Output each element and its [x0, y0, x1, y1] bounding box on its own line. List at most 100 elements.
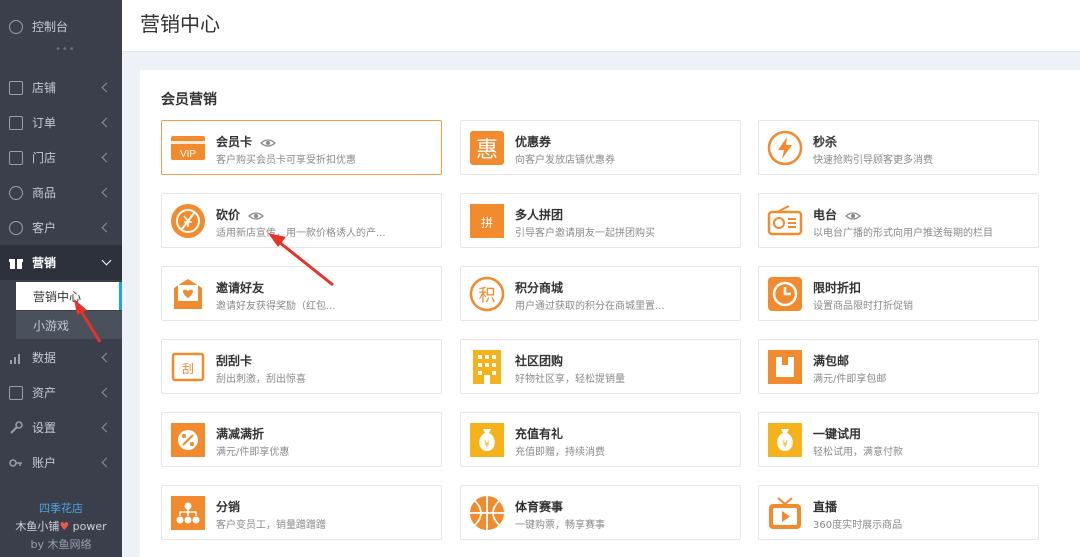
nav-products[interactable]: 商品: [0, 175, 122, 210]
card-free-shipping[interactable]: 满包邮 满元/件即享包邮: [758, 339, 1039, 394]
card-points-mall[interactable]: 积 积分商城 用户通过获取的积分在商城里置...: [460, 266, 741, 321]
card-live-stream[interactable]: 直播 360度实时展示商品: [758, 485, 1039, 540]
card-community-group-buy[interactable]: 社区团购 好物社区享，轻松提销量: [460, 339, 741, 394]
chevron-left-icon: [101, 187, 112, 198]
chevron-left-icon: [101, 82, 112, 93]
money-bag-icon: ¥: [470, 423, 504, 457]
card-desc: 适用新店宣传，用一款价格诱人的产...: [216, 228, 386, 239]
scale-icon: [9, 185, 23, 200]
card-coupon[interactable]: 惠 优惠券 向客户发放店铺优惠券: [460, 120, 741, 175]
chevron-down-icon: [101, 255, 112, 266]
chevron-left-icon: [101, 222, 112, 233]
wallet-icon: [9, 385, 23, 400]
card-group-buy[interactable]: 拼 多人拼团 引导客户邀请朋友一起拼团购买: [460, 193, 741, 248]
card-desc: 邀请好友获得奖励（红包...: [216, 301, 336, 312]
nav-marketing[interactable]: 营销: [0, 245, 122, 280]
eye-icon[interactable]: [248, 210, 264, 222]
nav-settings[interactable]: 设置: [0, 410, 122, 445]
chevron-left-icon: [101, 117, 112, 128]
card-title: 直播: [813, 500, 838, 514]
shop-name: 四季花店: [39, 502, 83, 515]
money-bag-icon: ¥: [768, 423, 802, 457]
radio-icon: [767, 205, 803, 236]
bar-chart-icon: [9, 351, 23, 365]
card-flash-sale[interactable]: 秒杀 快速抢购引导顾客更多消费: [758, 120, 1039, 175]
card-desc: 刮出刺激，刮出惊喜: [216, 374, 306, 385]
branches-icon: [9, 150, 23, 165]
card-invite-friends[interactable]: 邀请好友 邀请好友获得奖励（红包...: [161, 266, 442, 321]
card-desc: 设置商品限时打折促销: [813, 301, 913, 312]
eye-icon[interactable]: [845, 210, 861, 222]
card-distribution[interactable]: 分销 客户变员工，销量蹭蹭蹭: [161, 485, 442, 540]
card-title: 电台: [813, 206, 861, 223]
nav-branches[interactable]: 门店: [0, 140, 122, 175]
card-one-click-trial[interactable]: ¥ 一键试用 轻松试用，满意付款: [758, 412, 1039, 467]
card-desc: 好物社区享，轻松提销量: [515, 374, 625, 385]
coupon-icon: 惠: [470, 131, 504, 165]
key-icon: [9, 456, 23, 470]
subnav-marketing-center[interactable]: 营销中心: [16, 282, 122, 310]
card-sports-events[interactable]: 体育赛事 一键购票，畅享赛事: [460, 485, 741, 540]
network-icon: [171, 496, 205, 530]
card-desc: 快速抢购引导顾客更多消费: [813, 155, 933, 166]
nav-data-label: 数据: [32, 351, 57, 365]
card-bargain[interactable]: 砍价 适用新店宣传，用一款价格诱人的产...: [161, 193, 442, 248]
svg-text:VIP: VIP: [180, 149, 196, 160]
card-desc: 向客户发放店铺优惠券: [515, 155, 615, 166]
powered-by: 木鱼小铺♥ power: [0, 518, 122, 534]
nav-customers-label: 客户: [32, 221, 57, 235]
gift-icon: [9, 256, 23, 270]
nav-assets-label: 资产: [32, 386, 57, 400]
sidebar-divider-dots: •••: [55, 44, 76, 55]
nav-assets[interactable]: 资产: [0, 375, 122, 410]
svg-text:拼: 拼: [481, 216, 493, 230]
card-member-card[interactable]: VIP 会员卡 客户购买会员卡可享受折扣优惠: [161, 120, 442, 175]
card-radio[interactable]: 电台 以电台广播的形式向用户推送每期的栏目: [758, 193, 1039, 248]
card-title: 充值有礼: [515, 427, 564, 441]
card-desc: 客户变员工，销量蹭蹭蹭: [216, 520, 326, 531]
main-panel: 会员营销 VIP 会员卡 客户购买会员卡可享受折扣优惠 惠 优惠券 向客户发放店…: [140, 70, 1080, 557]
card-title: 会员卡: [216, 133, 276, 150]
card-desc: 满元/件即享优惠: [216, 447, 290, 458]
card-title: 砍价: [216, 206, 264, 223]
nav-orders[interactable]: 订单: [0, 105, 122, 140]
card-desc: 一键购票，畅享赛事: [515, 520, 605, 531]
chevron-left-icon: [101, 387, 112, 398]
card-title: 分销: [216, 500, 241, 514]
nav-orders-label: 订单: [32, 116, 57, 130]
users-icon: [9, 220, 23, 235]
card-recharge-gift[interactable]: ¥ 充值有礼 充值即赠，持续消费: [460, 412, 741, 467]
card-desc: 引导客户邀请朋友一起拼团购买: [515, 228, 655, 239]
card-full-reduction[interactable]: 满减满折 满元/件即享优惠: [161, 412, 442, 467]
nav-account[interactable]: 账户: [0, 445, 122, 480]
card-title: 积分商城: [515, 281, 564, 295]
nav-dashboard-label: 控制台: [32, 20, 69, 34]
orders-icon: [9, 115, 23, 130]
dashboard-icon: [9, 19, 23, 34]
card-title: 限时折扣: [813, 281, 862, 295]
svg-text:刮: 刮: [182, 362, 194, 376]
nav-customers[interactable]: 客户: [0, 210, 122, 245]
section-title: 会员营销: [161, 92, 217, 108]
bargain-icon: [171, 204, 205, 238]
card-title: 秒杀: [813, 135, 838, 149]
by-company: by 木鱼网络: [30, 538, 92, 551]
card-scratch-card[interactable]: 刮 刮刮卡 刮出刺激，刮出惊喜: [161, 339, 442, 394]
package-icon: [768, 350, 802, 384]
nav-data[interactable]: 数据: [0, 340, 122, 375]
subnav-mini-games[interactable]: 小游戏: [16, 311, 122, 339]
scratch-card-icon: 刮: [171, 352, 205, 382]
card-title: 邀请好友: [216, 281, 265, 295]
invite-heart-icon: [174, 279, 202, 309]
nav-products-label: 商品: [32, 186, 57, 200]
nav-store[interactable]: 店铺: [0, 70, 122, 105]
card-desc: 满元/件即享包邮: [813, 374, 887, 385]
subnav-mini-games-label: 小游戏: [33, 318, 70, 333]
card-limited-discount[interactable]: 限时折扣 设置商品限时打折促销: [758, 266, 1039, 321]
nav-dashboard[interactable]: 控制台: [0, 9, 122, 44]
nav-settings-label: 设置: [32, 421, 57, 435]
eye-icon[interactable]: [260, 137, 276, 149]
clock-icon: [768, 277, 802, 311]
card-title: 社区团购: [515, 354, 564, 368]
vip-card-icon: VIP: [171, 136, 205, 160]
